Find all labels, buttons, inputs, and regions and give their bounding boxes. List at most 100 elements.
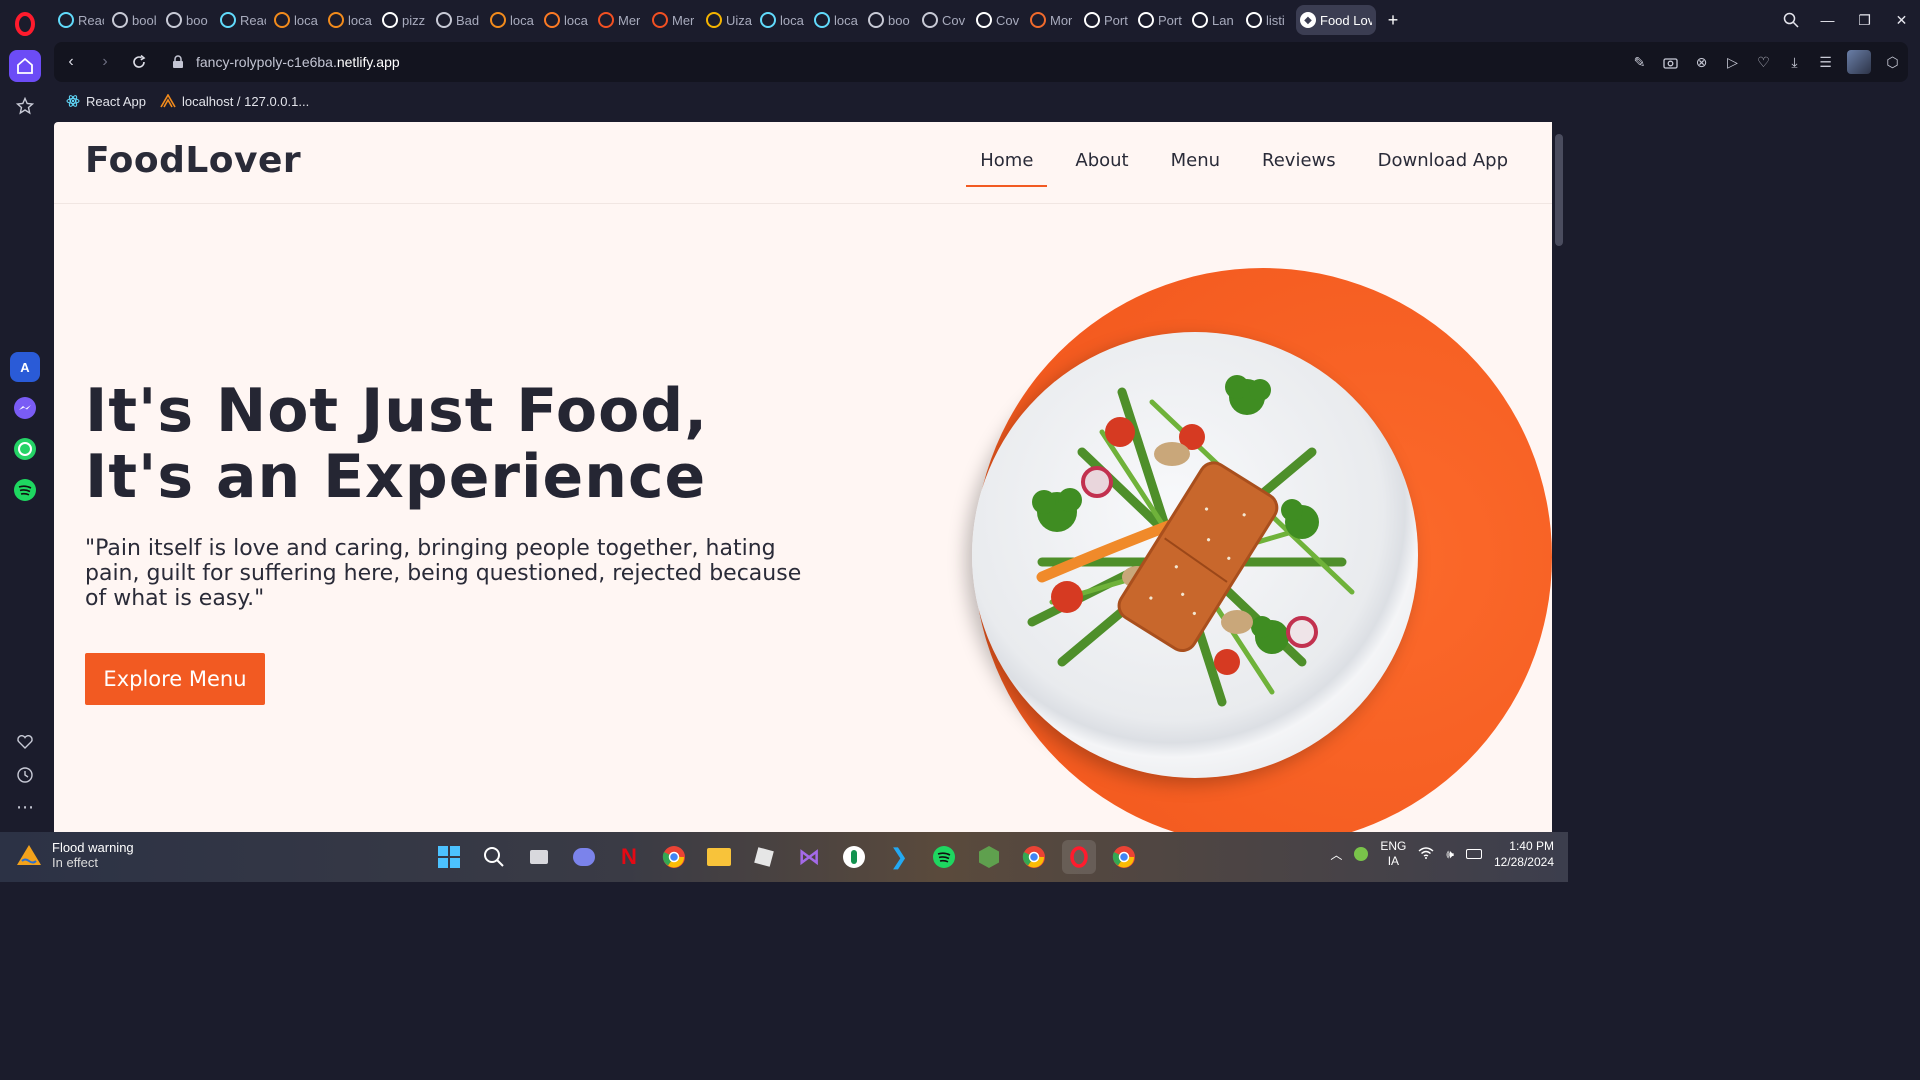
tab-11[interactable]: Mer [648, 5, 702, 35]
react-icon [760, 12, 776, 28]
page-icon [868, 12, 884, 28]
nav-menu[interactable]: Menu [1157, 148, 1234, 187]
tray-app-icon[interactable] [1354, 847, 1369, 861]
file-explorer-button[interactable] [702, 840, 736, 874]
nav-download-app[interactable]: Download App [1364, 148, 1522, 187]
explore-menu-button[interactable]: Explore Menu [85, 653, 265, 705]
taskbar-search-button[interactable] [477, 840, 511, 874]
nav-reviews[interactable]: Reviews [1248, 148, 1350, 187]
volume-icon[interactable]: 🕪 [1446, 847, 1454, 862]
bookmark-localhost[interactable]: localhost / 127.0.0.1... [160, 94, 309, 109]
back-button[interactable]: ‹ [54, 45, 88, 79]
wifi-icon[interactable] [1418, 846, 1434, 862]
tab-2[interactable]: boo [162, 5, 216, 35]
roblox-button[interactable] [747, 840, 781, 874]
visual-studio-button[interactable]: ⋈ [792, 840, 826, 874]
tab-20[interactable]: Port [1134, 5, 1188, 35]
url-prefix: fancy-rolypoly-c1e6ba. [196, 54, 337, 70]
language-indicator[interactable]: ENG IA [1380, 839, 1406, 869]
messenger-app-button[interactable] [10, 393, 40, 423]
reload-button[interactable] [122, 45, 156, 79]
extensions-icon[interactable]: ⬡ [1877, 42, 1908, 82]
nodejs-button[interactable] [972, 840, 1006, 874]
scrollbar-thumb[interactable] [1555, 134, 1563, 246]
new-tab-button[interactable]: + [1382, 9, 1404, 31]
clock[interactable]: 1:40 PM 12/28/2024 [1494, 838, 1554, 870]
tab-label: Reac [78, 12, 104, 28]
download-icon[interactable]: ⤓ [1779, 42, 1810, 82]
pinboards-button[interactable] [9, 726, 41, 758]
aria-app-button[interactable]: A [10, 352, 40, 382]
tab-12[interactable]: Uiza [702, 5, 756, 35]
tab-13[interactable]: loca [756, 5, 810, 35]
system-tray: ︿ ENG IA 🕪 1:40 PM 12/28/2024 [1330, 838, 1554, 870]
tab-active[interactable]: ◆ Food Lov [1296, 5, 1376, 35]
chrome-second-button[interactable] [1107, 840, 1141, 874]
battery-icon[interactable] [1465, 849, 1482, 859]
tab-8[interactable]: loca [486, 5, 540, 35]
spotify-button[interactable] [927, 840, 961, 874]
more-button[interactable]: ⋯ [9, 791, 41, 823]
tab-7[interactable]: Bad [432, 5, 486, 35]
tab-17[interactable]: Cov [972, 5, 1026, 35]
easy-setup-icon[interactable]: ☰ [1810, 42, 1841, 82]
tab-4[interactable]: loca [270, 5, 324, 35]
home-icon [17, 57, 33, 74]
nav-home[interactable]: Home [966, 148, 1048, 187]
edit-icon[interactable]: ✎ [1624, 42, 1655, 82]
play-icon[interactable]: ▷ [1717, 42, 1748, 82]
tab-10[interactable]: Mer [594, 5, 648, 35]
home-button[interactable] [9, 50, 41, 82]
tab-0[interactable]: Reac [54, 5, 108, 35]
history-button[interactable] [9, 759, 41, 791]
bookmark-react-app[interactable]: React App [66, 94, 146, 109]
ad-block-icon[interactable]: ⊗ [1686, 42, 1717, 82]
salmon-dish-illustration [1027, 375, 1355, 707]
opera-button[interactable] [1062, 840, 1096, 874]
restore-icon[interactable]: ❐ [1846, 0, 1883, 40]
page-scrollbar[interactable] [1552, 122, 1566, 832]
vscode-button[interactable]: ❯ [882, 840, 916, 874]
weather-widget[interactable]: Flood warning In effect [16, 840, 134, 870]
tab-22[interactable]: listi [1242, 5, 1296, 35]
tab-19[interactable]: Port [1080, 5, 1134, 35]
tab-15[interactable]: boo [864, 5, 918, 35]
roblox-icon [754, 847, 774, 867]
mongodb-button[interactable] [837, 840, 871, 874]
tab-21[interactable]: Lan [1188, 5, 1242, 35]
tab-9[interactable]: loca [540, 5, 594, 35]
taskbar-apps: N ⋈ ❯ [432, 840, 1141, 874]
forward-button[interactable]: › [88, 45, 122, 79]
tab-14[interactable]: loca [810, 5, 864, 35]
speed-dial-button[interactable] [9, 90, 41, 122]
minimize-icon[interactable]: — [1809, 0, 1846, 40]
nav-about[interactable]: About [1061, 148, 1142, 187]
chrome-button[interactable] [657, 840, 691, 874]
chevron-right-icon: › [102, 53, 108, 70]
tab-1[interactable]: bool [108, 5, 162, 35]
url-field[interactable]: fancy-rolypoly-c1e6ba.netlify.app [172, 54, 400, 70]
chrome-profile-button[interactable] [1017, 840, 1051, 874]
tab-3[interactable]: Reac [216, 5, 270, 35]
tab-16[interactable]: Cov [918, 5, 972, 35]
netflix-button[interactable]: N [612, 840, 646, 874]
tab-label: boo [888, 12, 910, 28]
page-icon [436, 12, 452, 28]
tab-5[interactable]: loca [324, 5, 378, 35]
teams-chat-button[interactable] [567, 840, 601, 874]
whatsapp-app-button[interactable] [10, 434, 40, 464]
task-view-button[interactable] [522, 840, 556, 874]
tab-18[interactable]: Mor [1026, 5, 1080, 35]
camera-icon[interactable] [1655, 42, 1686, 82]
tab-6[interactable]: pizz [378, 5, 432, 35]
tab-label: Cov [996, 12, 1020, 28]
avatar[interactable] [1847, 50, 1871, 74]
opera-logo-icon[interactable] [13, 12, 37, 36]
start-button[interactable] [432, 840, 466, 874]
heart-icon[interactable]: ♡ [1748, 42, 1779, 82]
site-logo[interactable]: FoodLover [85, 140, 301, 181]
close-icon[interactable]: ✕ [1883, 0, 1920, 40]
search-tabs-icon[interactable] [1772, 0, 1809, 40]
spotify-app-button[interactable] [10, 475, 40, 505]
chevron-up-icon[interactable]: ︿ [1330, 846, 1342, 863]
